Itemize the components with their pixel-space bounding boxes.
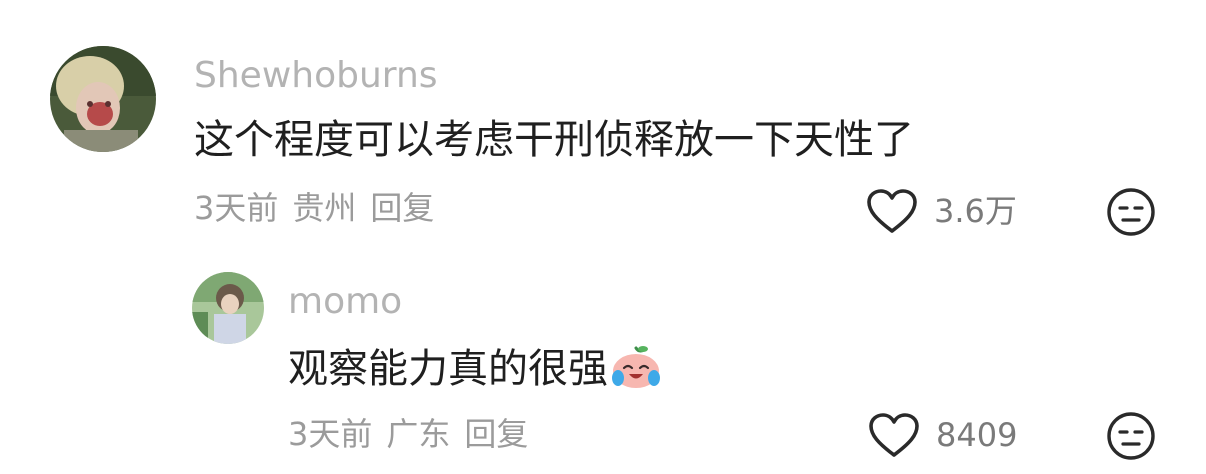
timestamp: 3天前	[194, 189, 279, 227]
dislike-button[interactable]	[1106, 411, 1156, 461]
avatar[interactable]	[50, 46, 156, 152]
comment-meta: 3天前 广东 回复	[288, 416, 542, 452]
avatar-image	[50, 46, 156, 152]
location: 贵州	[292, 189, 357, 227]
avatar-image	[192, 272, 264, 344]
meh-face-icon	[1107, 412, 1155, 460]
like-count: 3.6万	[934, 192, 1017, 230]
comment-text-content: 观察能力真的很强	[288, 346, 608, 392]
like-button[interactable]: 8409	[868, 412, 1017, 458]
like-count: 8409	[936, 416, 1018, 454]
reply-button[interactable]: 回复	[464, 415, 528, 453]
heart-outline-icon	[869, 413, 919, 457]
like-button[interactable]: 3.6万	[866, 188, 1017, 234]
dislike-button[interactable]	[1106, 187, 1156, 237]
laughing-crying-emoji	[610, 344, 662, 390]
avatar[interactable]	[192, 272, 264, 344]
location: 广东	[386, 415, 451, 453]
reply-button[interactable]: 回复	[370, 189, 434, 227]
comment-section: Shewhoburns 这个程度可以考虑干刑侦释放一下天性了 3天前 贵州 回复 3…	[0, 0, 1206, 474]
timestamp: 3天前	[288, 415, 373, 453]
meh-face-icon	[1107, 188, 1155, 236]
comment-text: 这个程度可以考虑干刑侦释放一下天性了	[194, 117, 914, 163]
username[interactable]: momo	[288, 282, 402, 322]
comment-meta: 3天前 贵州 回复	[194, 190, 448, 226]
username[interactable]: Shewhoburns	[194, 56, 438, 96]
comment-text: 观察能力真的很强	[288, 344, 662, 391]
heart-outline-icon	[867, 189, 917, 233]
